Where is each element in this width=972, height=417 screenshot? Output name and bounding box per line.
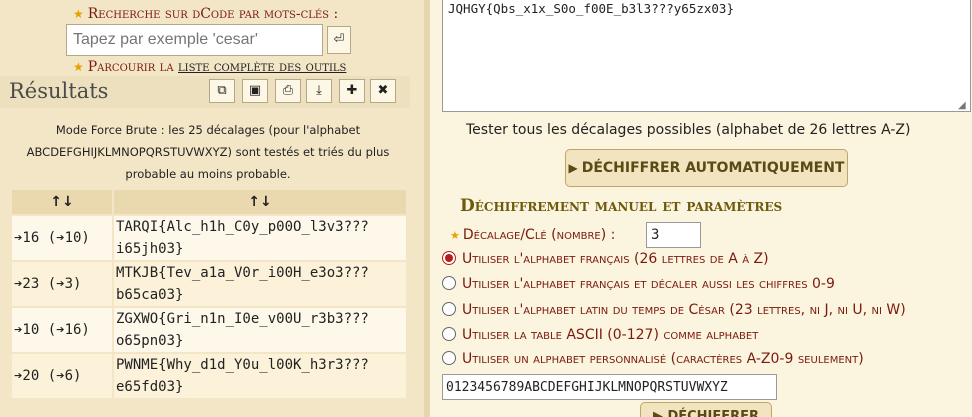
row-text-line2: e65fd03} [116,379,184,395]
right-panel: JQHGY{Qbs_x1x_S0o_f00E_b3l3???y65zx03} ◢… [430,0,972,417]
option-label: Utiliser l'alphabet latin du temps de Cé… [462,302,906,318]
decrypt-button[interactable]: ▶ DÉCHIFFRER [640,402,772,417]
row-text-line1: PWNME{Why_d1d_Y0u_l00K_h3r3??? [116,357,369,373]
decrypt-label: DÉCHIFFRER [667,409,760,417]
sort-shift-header[interactable]: ↑↓ [12,190,112,214]
row-text-line2: o65pn03} [116,333,184,349]
sort-text-header[interactable]: ↑↓ [114,190,406,214]
option-label: Utiliser un alphabet personnalisé (carac… [462,351,864,367]
row-shift: ➔10 (➔16) [12,308,112,352]
browse-prefix: Parcourir la [87,59,174,75]
table-row: ➔20 (➔6) PWNME{Why_d1d_Y0u_l00K_h3r3???e… [12,354,406,398]
results-header: Résultats ⧉ ▣ ⎙ ⤓ ✚ ✖ [0,76,410,108]
radio-icon[interactable] [442,327,456,341]
browse-tools-row: ★ Parcourir la liste complète des outils [73,59,346,75]
keyword-search-input[interactable] [66,24,323,56]
row-text-line2: b65ca03} [116,287,184,303]
table-row: ➔10 (➔16) ZGXWO{Gri_n1n_I0e_v00U_r3b3???… [12,308,406,352]
close-icon[interactable]: ✖ [370,79,396,103]
row-text: TARQI{Alc_h1h_C0y_p00O_l3v3??? i65jh03} [114,216,406,260]
radio-icon[interactable] [442,351,456,365]
ciphertext-textarea[interactable]: JQHGY{Qbs_x1x_S0o_f00E_b3l3???y65zx03} [442,0,971,112]
row-text: ZGXWO{Gri_n1n_I0e_v00U_r3b3??? o65pn03} [114,308,406,352]
option-french-digits[interactable]: Utiliser l'alphabet français et décaler … [442,276,835,292]
row-text: MTKJB{Tev_a1a_V0r_i00H_e3o3??? b65ca03} [114,262,406,306]
row-text: PWNME{Why_d1d_Y0u_l00K_h3r3??? e65fd03} [114,354,406,398]
left-panel: ★Recherche sur dCode par mots-clés : ⏎ ★… [0,0,424,417]
radio-icon[interactable] [442,276,456,290]
table-row: ➔23 (➔3) MTKJB{Tev_a1a_V0r_i00H_e3o3???b… [12,262,406,306]
save-icon[interactable]: ▣ [242,79,268,103]
results-table: ↑↓ ↑↓ ➔16 (➔10) TARQI{Alc_h1h_C0y_p00O_l… [10,188,408,400]
option-custom-alphabet[interactable]: Utiliser un alphabet personnalisé (carac… [442,351,864,367]
auto-decrypt-button[interactable]: ▶ DÉCHIFFRER AUTOMATIQUEMENT [565,149,848,187]
row-shift: ➔23 (➔3) [12,262,112,306]
option-ascii-table[interactable]: Utiliser la table ASCII (0-127) comme al… [442,327,758,343]
option-label: Utiliser la table ASCII (0-127) comme al… [462,327,759,343]
manual-section-title: Déchiffrement manuel et paramètres [460,196,783,216]
radio-selected-icon[interactable] [442,251,456,265]
resize-grip-icon[interactable]: ◢ [958,100,968,111]
play-icon: ▶ [652,409,668,417]
table-header-row: ↑↓ ↑↓ [12,190,406,214]
play-icon: ▶ [568,161,578,175]
row-shift: ➔20 (➔6) [12,354,112,398]
auto-decrypt-label: DÉCHIFFRER AUTOMATIQUEMENT [581,160,845,176]
copy-icon[interactable]: ⧉ [209,79,235,103]
tools-list-link[interactable]: liste complète des outils [178,59,346,75]
star-icon: ★ [73,60,84,74]
row-text-line1: MTKJB{Tev_a1a_V0r_i00H_e3o3??? [116,265,369,281]
row-text-line2: i65jh03} [116,241,184,257]
star-icon: ★ [73,7,84,21]
row-shift: ➔16 (➔10) [12,216,112,260]
download-icon[interactable]: ⤓ [306,79,332,103]
shift-label: Décalage/Clé (nombre) : [462,227,616,243]
shift-input[interactable] [646,222,701,248]
option-french-alphabet[interactable]: Utiliser l'alphabet français (26 lettres… [442,251,769,267]
brute-force-note: Mode Force Brute : les 25 décalages (pou… [5,118,411,186]
radio-icon[interactable] [442,302,456,316]
table-row: ➔16 (➔10) TARQI{Alc_h1h_C0y_p00O_l3v3???… [12,216,406,260]
row-text-line1: ZGXWO{Gri_n1n_I0e_v00U_r3b3??? [116,311,369,327]
keyword-search-title: ★ Recherche sur dCode par mots-clés : [73,6,338,22]
keyword-search-label: Recherche sur dCode par mots-clés : [87,6,339,22]
row-text-line1: TARQI{Alc_h1h_C0y_p00O_l3v3??? [116,219,369,235]
custom-alphabet-input[interactable] [442,374,777,400]
enter-icon[interactable]: ⏎ [327,26,351,54]
pin-icon[interactable]: ✚ [339,79,365,103]
test-all-label: Tester tous les décalages possibles (alp… [466,122,911,138]
option-label: Utiliser l'alphabet français (26 lettres… [462,251,769,267]
option-latin-alphabet[interactable]: Utiliser l'alphabet latin du temps de Cé… [442,302,906,318]
shift-label-row: ★ Décalage/Clé (nombre) : [450,227,615,243]
star-icon: ★ [450,229,460,242]
option-label: Utiliser l'alphabet français et décaler … [462,276,835,292]
print-icon[interactable]: ⎙ [275,79,301,103]
results-title: Résultats [9,79,109,103]
